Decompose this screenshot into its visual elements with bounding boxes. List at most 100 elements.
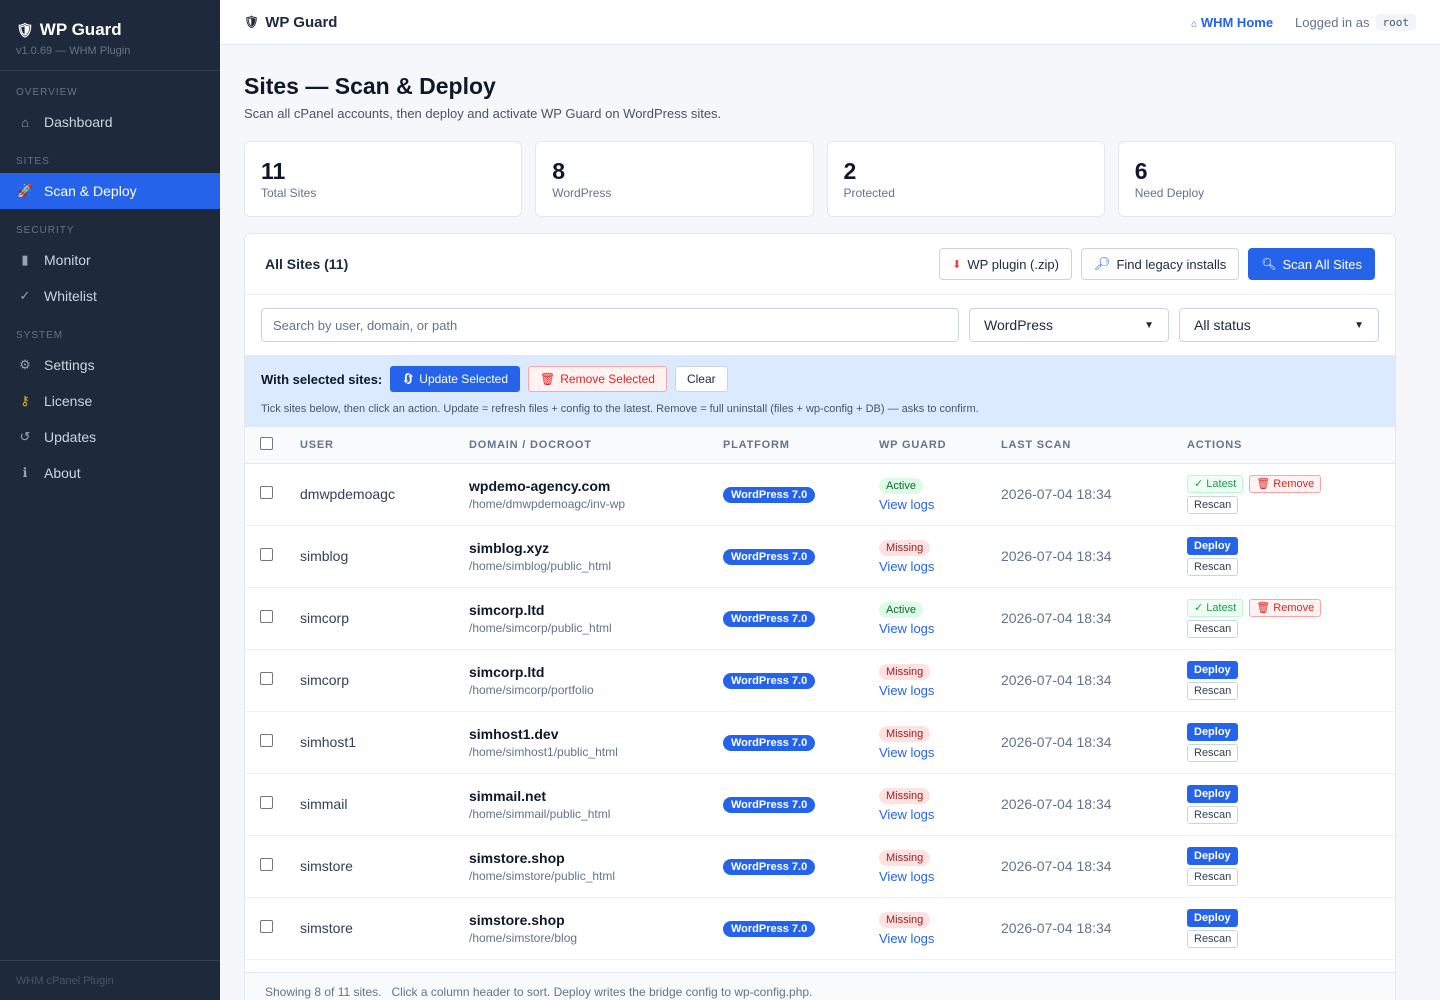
bulk-actions-row: With selected sites: 🔄︎ Update Selected … xyxy=(261,366,1379,392)
row-checkbox[interactable] xyxy=(260,610,273,623)
last-scan-cell: 2026-07-04 18:34 xyxy=(1001,920,1112,936)
deploy-button[interactable]: Deploy xyxy=(1187,784,1238,803)
find-legacy-button[interactable]: 🔎︎ Find legacy installs xyxy=(1080,248,1240,280)
wp-guard-cell: Active View logs xyxy=(879,463,1001,525)
action-row: Deploy xyxy=(1187,722,1395,741)
col-platform[interactable]: PLATFORM xyxy=(723,427,879,463)
download-plugin-button[interactable]: ⬇ WP plugin (.zip) xyxy=(939,248,1072,280)
row-checkbox[interactable] xyxy=(260,548,273,561)
user-cell: simstore xyxy=(300,858,353,874)
deploy-button[interactable]: Deploy xyxy=(1187,846,1238,865)
actions-cell: ✓ Latest 🗑︎ Remove Rescan xyxy=(1187,587,1395,649)
domain-cell: simmail.net /home/simmail/public_html xyxy=(469,773,723,835)
row-checkbox[interactable] xyxy=(260,734,273,747)
rescan-button[interactable]: Rescan xyxy=(1187,867,1239,886)
domain-name: simhost1.dev xyxy=(469,725,559,742)
rescan-button[interactable]: Rescan xyxy=(1187,557,1239,576)
chevron-down-icon: ▼ xyxy=(1144,319,1154,331)
wp-guard-cell: Missing View logs xyxy=(879,649,1001,711)
app-version: v1.0.69 — WHM Plugin xyxy=(16,45,131,57)
domain-name: simmail.net xyxy=(469,787,547,804)
user-cell: dmwpdemoagc xyxy=(300,486,395,502)
action-row: Rescan xyxy=(1187,495,1395,514)
rescan-button[interactable]: Rescan xyxy=(1187,619,1239,638)
user-cell: simblog xyxy=(300,548,349,564)
col-domain[interactable]: DOMAIN / DOCROOT xyxy=(469,427,723,463)
actions-cell: Deploy Rescan xyxy=(1187,711,1395,773)
status-filter-select[interactable]: All status ▼ xyxy=(1179,308,1379,342)
search-input[interactable] xyxy=(261,308,959,342)
remove-button[interactable]: 🗑︎ Remove xyxy=(1249,598,1322,617)
rescan-button[interactable]: Rescan xyxy=(1187,495,1239,514)
view-logs-link[interactable]: View logs xyxy=(879,807,1001,822)
view-logs-link[interactable]: View logs xyxy=(879,745,1001,760)
view-logs-link[interactable]: View logs xyxy=(879,869,1001,884)
sidebar-footer: WHM cPanel Plugin xyxy=(0,960,220,1000)
docroot-path: /home/simstore/public_html xyxy=(469,868,616,883)
col-user[interactable]: USER xyxy=(300,427,469,463)
col-last-scan[interactable]: LAST SCAN xyxy=(1001,427,1187,463)
panel-actions: ⬇ WP plugin (.zip) 🔎︎ Find legacy instal… xyxy=(939,248,1375,280)
status-badge: Missing xyxy=(879,726,931,742)
sidebar-item-whitelist[interactable]: ✓ Whitelist xyxy=(0,278,220,314)
view-logs-link[interactable]: View logs xyxy=(879,931,1001,946)
stat-need-deploy: 6 Need Deploy xyxy=(1117,141,1396,217)
row-checkbox[interactable] xyxy=(260,796,273,809)
clear-selection-button[interactable]: Clear xyxy=(674,366,728,392)
deploy-button[interactable]: Deploy xyxy=(1187,536,1238,555)
rescan-button[interactable]: Rescan xyxy=(1187,743,1239,762)
actions-cell: ✓ Latest 🗑︎ Remove Rescan xyxy=(1187,463,1395,525)
actions-cell: Deploy Rescan xyxy=(1187,897,1395,959)
row-select-cell xyxy=(245,587,300,649)
view-logs-link[interactable]: View logs xyxy=(879,497,1001,512)
stat-value: 8 xyxy=(552,158,566,184)
whm-home-link[interactable]: ⌂ WHM Home xyxy=(1191,15,1273,30)
col-wp-guard[interactable]: WP GUARD xyxy=(879,427,1001,463)
table-row: simcorp simcorp.ltd /home/simcorp/public… xyxy=(245,587,1395,649)
update-selected-button[interactable]: 🔄︎ Update Selected xyxy=(390,366,521,392)
actions-group: ✓ Latest 🗑︎ Remove Rescan xyxy=(1187,474,1395,514)
sidebar-item-scan-deploy[interactable]: 🚀 Scan & Deploy xyxy=(0,173,220,209)
sidebar-item-updates[interactable]: ↺ Updates xyxy=(0,419,220,455)
nav-section-overview: OVERVIEW xyxy=(16,87,78,98)
actions-group: Deploy Rescan xyxy=(1187,846,1395,886)
status-badge: Missing xyxy=(879,540,931,556)
status-badge: Active xyxy=(879,602,923,618)
refresh-icon: ↺ xyxy=(19,429,31,444)
scan-all-button[interactable]: 🔍︎ Scan All Sites xyxy=(1248,248,1375,280)
sidebar-item-monitor[interactable]: ▮ Monitor xyxy=(0,242,220,278)
remove-selected-button[interactable]: 🗑︎ Remove Selected xyxy=(528,366,667,392)
stat-label: Need Deploy xyxy=(1134,186,1205,200)
table-row: simmail simmail.net /home/simmail/public… xyxy=(245,773,1395,835)
sidebar: 🛡 WP Guard v1.0.69 — WHM Plugin OVERVIEW… xyxy=(0,0,220,1000)
row-checkbox[interactable] xyxy=(260,920,273,933)
row-checkbox[interactable] xyxy=(260,486,273,499)
view-logs-link[interactable]: View logs xyxy=(879,559,1001,574)
rescan-button[interactable]: Rescan xyxy=(1187,681,1239,700)
wp-guard-cell: Missing View logs xyxy=(879,525,1001,587)
table-row: simstore simstore.shop /home/simstore/bl… xyxy=(245,897,1395,959)
deploy-button[interactable]: Deploy xyxy=(1187,660,1238,679)
deploy-button[interactable]: Deploy xyxy=(1187,908,1238,927)
rescan-button[interactable]: Rescan xyxy=(1187,805,1239,824)
shield-icon: 🛡 xyxy=(16,21,34,38)
view-logs-link[interactable]: View logs xyxy=(879,621,1001,636)
row-checkbox[interactable] xyxy=(260,672,273,685)
select-all-checkbox[interactable] xyxy=(260,436,273,450)
view-logs-link[interactable]: View logs xyxy=(879,683,1001,698)
key-icon: ⚷ xyxy=(20,393,30,408)
sidebar-item-settings[interactable]: ⚙ Settings xyxy=(0,347,220,383)
latest-button[interactable]: ✓ Latest xyxy=(1187,598,1244,617)
sidebar-item-license[interactable]: ⚷ License xyxy=(0,383,220,419)
deploy-button[interactable]: Deploy xyxy=(1187,722,1238,741)
sidebar-item-dashboard[interactable]: ⌂ Dashboard xyxy=(0,104,220,140)
row-checkbox[interactable] xyxy=(260,858,273,871)
latest-button[interactable]: ✓ Latest xyxy=(1187,474,1244,493)
remove-button[interactable]: 🗑︎ Remove xyxy=(1249,474,1322,493)
filters-row: WordPress ▼ All status ▼ xyxy=(245,295,1395,355)
sidebar-item-about[interactable]: ℹ About xyxy=(0,455,220,491)
domain-name: simcorp.ltd xyxy=(469,601,545,618)
rescan-button[interactable]: Rescan xyxy=(1187,929,1239,948)
table-footer: Showing 8 of 11 sites. Click a column he… xyxy=(245,972,1395,1000)
platform-filter-select[interactable]: WordPress ▼ xyxy=(969,308,1169,342)
